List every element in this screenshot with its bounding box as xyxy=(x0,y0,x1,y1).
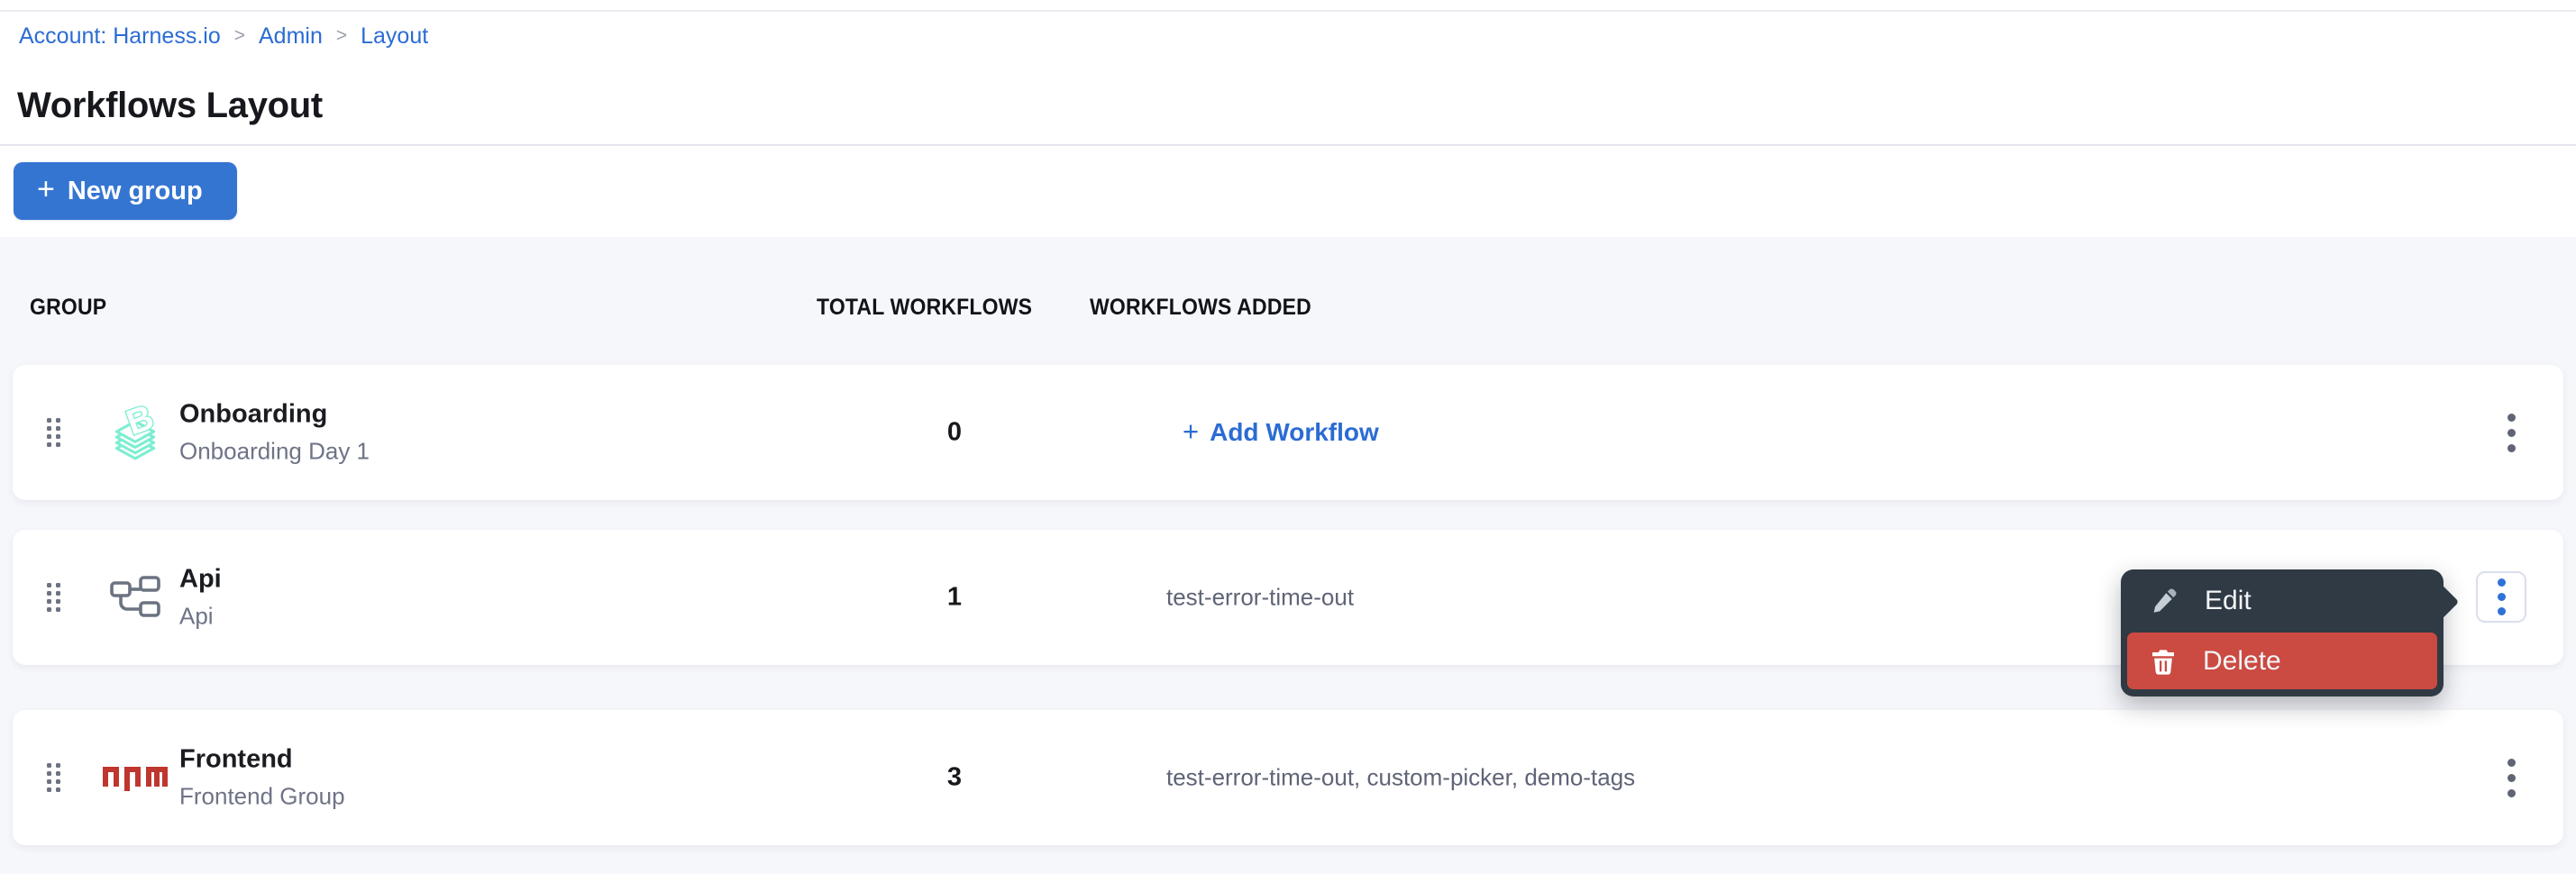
table-row-frontend: Frontend Frontend Group 3 test-error-tim… xyxy=(13,710,2563,845)
column-header-workflows-added: WORKFLOWS ADDED xyxy=(1090,295,1311,321)
context-menu-delete-label: Delete xyxy=(2203,646,2281,677)
add-workflow-label: Add Workflow xyxy=(1210,418,1379,447)
workflows-added-value: test-error-time-out xyxy=(1166,584,1354,612)
context-menu-delete[interactable]: Delete xyxy=(2127,633,2437,689)
column-header-group: GROUP xyxy=(30,295,106,321)
breadcrumb-link-layout[interactable]: Layout xyxy=(361,23,428,50)
plus-icon: + xyxy=(37,174,55,205)
workflows-added-value: test-error-time-out, custom-picker, demo… xyxy=(1166,764,1635,792)
breadcrumb-separator: > xyxy=(336,25,347,47)
table-row-onboarding: B Onboarding Onboarding Day 1 0 + Add Wo… xyxy=(13,365,2563,500)
group-name: Api xyxy=(179,565,222,595)
group-name-block: Onboarding Onboarding Day 1 xyxy=(179,400,370,466)
total-workflows-value: 0 xyxy=(900,418,1009,448)
breadcrumb-link-admin[interactable]: Admin xyxy=(259,23,323,50)
group-name-block: Api Api xyxy=(179,565,222,631)
total-workflows-value: 1 xyxy=(900,583,1009,613)
page-title: Workflows Layout xyxy=(17,86,323,126)
context-menu-edit-label: Edit xyxy=(2205,586,2252,616)
group-name: Onboarding xyxy=(179,400,370,430)
group-name-block: Frontend Frontend Group xyxy=(179,745,345,811)
row-context-menu: Edit Delete xyxy=(2121,569,2444,696)
breadcrumb-separator: > xyxy=(234,25,245,47)
group-name: Frontend xyxy=(179,745,345,775)
group-description: Api xyxy=(179,603,222,631)
stacked-layers-icon: B xyxy=(97,365,173,500)
drag-handle-icon[interactable] xyxy=(47,763,60,792)
row-menu-button-active[interactable] xyxy=(2476,571,2526,623)
workflow-tree-icon xyxy=(97,530,173,665)
column-header-total-workflows: TOTAL WORKFLOWS xyxy=(817,295,1032,321)
row-menu-button[interactable] xyxy=(2479,710,2544,845)
pencil-icon xyxy=(2149,586,2179,616)
toolbar: + New group xyxy=(0,146,2576,237)
drag-handle-icon[interactable] xyxy=(47,418,60,447)
add-workflow-link[interactable]: + Add Workflow xyxy=(1183,418,1379,447)
row-menu-button[interactable] xyxy=(2479,365,2544,500)
drag-handle-icon[interactable] xyxy=(47,583,60,612)
groups-table: GROUP TOTAL WORKFLOWS WORKFLOWS ADDED B xyxy=(0,237,2576,874)
workflows-layout-page: Account: Harness.io > Admin > Layout Wor… xyxy=(0,0,2576,874)
new-group-button-label: New group xyxy=(68,177,203,206)
breadcrumb-link-account[interactable]: Account: Harness.io xyxy=(19,23,221,50)
group-description: Frontend Group xyxy=(179,783,345,811)
top-hairline xyxy=(0,10,2576,12)
breadcrumb: Account: Harness.io > Admin > Layout xyxy=(19,23,428,50)
group-description: Onboarding Day 1 xyxy=(179,438,370,466)
context-menu-edit[interactable]: Edit xyxy=(2121,569,2444,633)
npm-logo-icon xyxy=(97,710,173,845)
total-workflows-value: 3 xyxy=(900,763,1009,793)
trash-icon xyxy=(2149,647,2178,676)
new-group-button[interactable]: + New group xyxy=(14,162,237,220)
plus-icon: + xyxy=(1183,417,1199,445)
